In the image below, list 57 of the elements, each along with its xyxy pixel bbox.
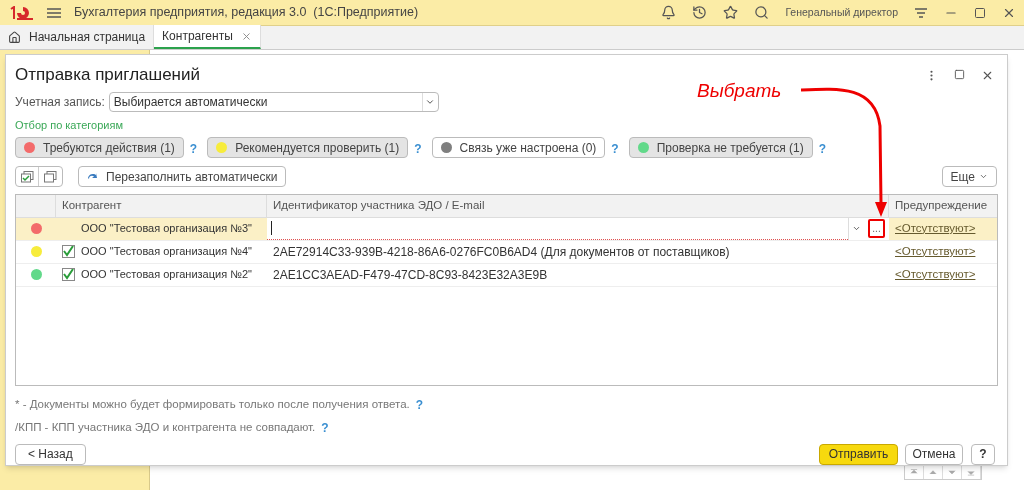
annotation-label: Выбрать: [697, 79, 782, 103]
dialog-title: Отправка приглашений: [15, 64, 200, 87]
table-cell-text: 2AE1CC3AEAD-F479-47CD-8C93-8423E32A3E9B: [272, 266, 548, 284]
maximize-icon[interactable]: [954, 68, 965, 80]
help-link[interactable]: ?: [611, 141, 619, 156]
table-cell-text: ООО "Тестовая организация №2": [81, 267, 252, 283]
checkbox[interactable]: [62, 245, 75, 258]
send-button[interactable]: Отправить: [819, 443, 898, 465]
warning-link[interactable]: <Отсутствуют>: [895, 219, 976, 238]
account-field[interactable]: Выбирается автоматически: [108, 92, 439, 112]
cancel-button[interactable]: Отмена: [905, 443, 963, 465]
column-header[interactable]: Контрагент: [62, 196, 122, 215]
help-link[interactable]: ?: [414, 141, 422, 156]
arrow-icon: [909, 466, 919, 477]
filter-toggle[interactable]: Связь уже настроена (0): [431, 137, 606, 158]
table-cell-text: 2AE72914C33-939B-4218-86A6-0276FC0B6AD4 (Для документов от поставщиков): [272, 243, 730, 261]
home-icon: [8, 30, 21, 44]
tab-label: Начальная страница: [29, 29, 146, 46]
search-icon[interactable]: [754, 5, 770, 20]
bell-icon[interactable]: [661, 5, 677, 20]
filter-toggle[interactable]: Рекомендуется проверить (1): [207, 137, 409, 158]
warning-link[interactable]: <Отсутствуют>: [895, 242, 976, 261]
filter-toggle[interactable]: Проверка не требуется (1): [628, 137, 813, 158]
tab[interactable]: Контрагенты: [154, 25, 261, 49]
help-link[interactable]: ?: [321, 418, 329, 437]
footnote: * - Документы можно будет формировать только после получения ответа.: [15, 396, 410, 412]
warning-link[interactable]: <Отсутствуют>: [895, 265, 976, 284]
logo-icon: [8, 5, 34, 20]
select-button[interactable]: ...: [868, 219, 885, 238]
menu-icon[interactable]: [46, 6, 62, 19]
more-button[interactable]: Еще: [941, 166, 997, 187]
account-label: Учетная запись:: [15, 94, 105, 111]
table-cell-text: ООО "Тестовая организация №4": [81, 244, 252, 260]
help-button[interactable]: ?: [971, 443, 995, 465]
close-tab-icon[interactable]: [240, 30, 252, 42]
refill-button[interactable]: Перезаполнить автоматически: [78, 166, 287, 187]
tab-label: Контрагенты: [162, 28, 233, 45]
table-cell-text: ООО "Тестовая организация №3": [81, 221, 252, 237]
column-header[interactable]: Предупреждение: [895, 196, 988, 215]
back-button[interactable]: < Назад: [15, 443, 86, 465]
maximize-icon[interactable]: [974, 6, 986, 19]
user-name[interactable]: Генеральный директор: [785, 4, 898, 21]
filter-toggle[interactable]: Требуются действия (1): [15, 137, 184, 158]
app-title: Бухгалтерия предприятия, редакция 3.0 (1С:Предприятие): [74, 4, 419, 22]
filter-heading: Отбор по категориям: [15, 118, 124, 133]
table-row[interactable]: ООО "Тестовая организация №3" ... <Отсутствуют>: [16, 217, 997, 241]
column-header[interactable]: Идентификатор участника ЭДО / E-mail: [273, 196, 485, 215]
history-icon[interactable]: [692, 5, 708, 20]
caret-icon: [979, 172, 988, 181]
checkbox[interactable]: [62, 268, 75, 281]
dropdown-icon[interactable]: [425, 97, 436, 107]
tab[interactable]: Начальная страница: [0, 25, 155, 49]
checked-pages-icon: [20, 170, 34, 183]
star-icon[interactable]: [723, 5, 739, 20]
dropdown-icon[interactable]: [852, 224, 861, 233]
footnote: /КПП - КПП участника ЭДО и контрагента не совпадают.: [15, 419, 316, 435]
pages-icon: [44, 170, 57, 183]
